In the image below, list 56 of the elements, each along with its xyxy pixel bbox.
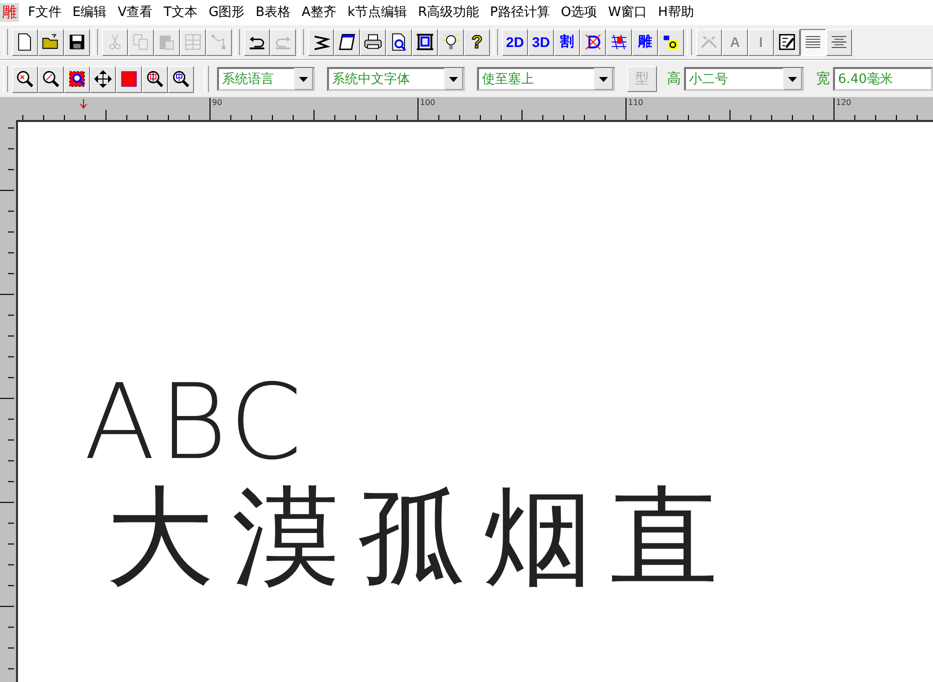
toolbar-button[interactable]: 2D (502, 28, 528, 56)
zoom-box-icon (67, 69, 87, 89)
folder-icon (41, 32, 61, 52)
toolbar-button[interactable] (800, 28, 826, 56)
menu-item[interactable]: V查看 (114, 3, 161, 21)
printer-icon (363, 32, 383, 52)
crossed-shape-icon (583, 32, 603, 52)
move-icon (93, 69, 113, 89)
width-field[interactable]: 6.40毫米 (833, 67, 933, 91)
edit-note-icon (777, 32, 797, 52)
menu-item[interactable]: O选项 (558, 3, 606, 21)
menu-item[interactable]: P路径计算 (487, 3, 558, 21)
width-label: 宽 (816, 70, 830, 88)
menu-item[interactable]: T文本 (160, 3, 206, 21)
caret-icon (788, 76, 797, 82)
frame-box-icon (415, 32, 435, 52)
preview-icon (389, 32, 409, 52)
toolbar-button[interactable]: 割 (554, 28, 580, 56)
menu-item[interactable]: H帮助 (654, 3, 702, 21)
toolbar-button[interactable]: 3D (528, 28, 554, 56)
zoom-out-icon (41, 69, 61, 89)
menu-item[interactable]: A整齐 (298, 3, 344, 21)
height-dropdown[interactable]: 小二号 (684, 67, 804, 91)
menu-item[interactable]: E编辑 (69, 3, 115, 21)
menu-item[interactable]: F文件 (25, 3, 70, 21)
lightbulb-icon (441, 32, 461, 52)
language-dropdown[interactable]: 系统语言 (217, 67, 315, 91)
ruler-label: 100 (420, 98, 436, 107)
caret-icon (599, 76, 608, 82)
font-dropdown[interactable]: 系统中文字体 (327, 67, 465, 91)
grid-icon (183, 32, 203, 52)
cursor-marker-icon (80, 99, 87, 109)
hatch-icon (609, 32, 629, 52)
zoom-page-icon (145, 69, 165, 89)
height-label: 高 (667, 70, 681, 88)
menu-item[interactable]: R高级功能 (415, 3, 488, 21)
ruler-label: 90 (212, 98, 222, 107)
toolbar-button[interactable]: 雕 (632, 28, 658, 56)
zoom-in-icon (15, 69, 35, 89)
ruler-label: 120 (836, 98, 852, 107)
canvas-text: ABC (84, 370, 306, 474)
canvas-text: 大漠孤烟直 (106, 484, 736, 592)
square-icon (119, 69, 139, 89)
copy-icon (131, 32, 151, 52)
menu-item[interactable]: W窗口 (605, 3, 655, 21)
frame-icon (337, 32, 357, 52)
floppy-icon (67, 32, 87, 52)
menu-item[interactable]: B表格 (252, 3, 299, 21)
app-logo: 雕 (0, 2, 19, 22)
menu-item[interactable]: G图形 (206, 3, 253, 21)
caret-icon (449, 76, 458, 82)
ruler-label: 110 (628, 98, 644, 107)
zoom-fit-icon (171, 69, 191, 89)
caret-icon (299, 76, 308, 82)
menu-item[interactable]: k节点编辑 (344, 3, 415, 21)
text-dropdown[interactable]: 使至塞上 (477, 67, 615, 91)
